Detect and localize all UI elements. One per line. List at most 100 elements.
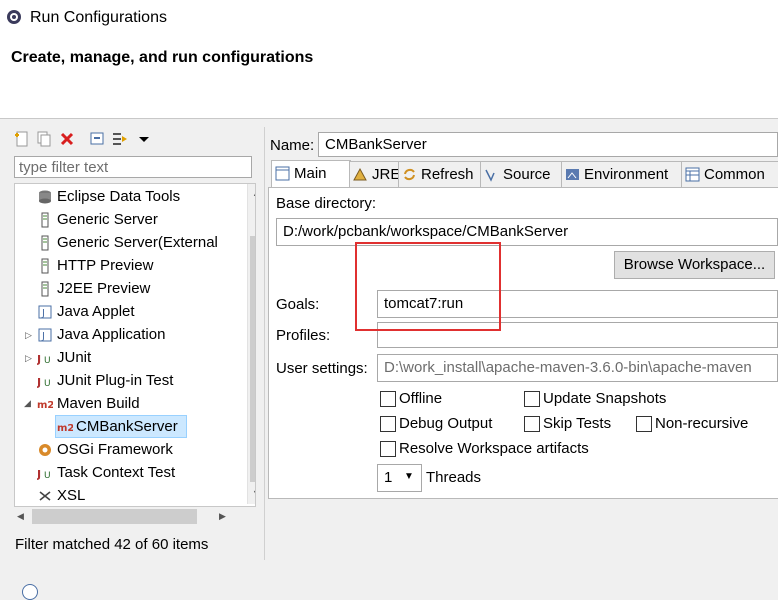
expand-arrow-icon[interactable]: ▷ bbox=[25, 353, 33, 363]
filter-icon[interactable] bbox=[112, 131, 128, 147]
eclipse-gear-icon bbox=[7, 10, 21, 24]
tree-item-label: Generic Server bbox=[57, 211, 158, 228]
tree-item-label: OSGi Framework bbox=[57, 441, 173, 458]
expand-arrow-icon[interactable]: ▷ bbox=[25, 330, 33, 340]
debug-output-checkbox[interactable] bbox=[380, 416, 396, 432]
svg-text:J: J bbox=[37, 468, 41, 481]
dropdown-icon[interactable] bbox=[136, 131, 152, 147]
skip-tests-label: Skip Tests bbox=[543, 415, 612, 432]
jre-icon bbox=[353, 167, 367, 181]
h-scroll-thumb[interactable] bbox=[32, 509, 197, 524]
tab-label: Source bbox=[503, 166, 551, 183]
scroll-down-icon[interactable]: ▼ bbox=[252, 488, 255, 498]
profiles-label: Profiles: bbox=[276, 327, 331, 344]
title-bar: Run Configurations bbox=[0, 0, 778, 37]
server-icon bbox=[41, 281, 49, 297]
tree-vertical-scrollbar[interactable]: ▲ ▼ bbox=[247, 184, 255, 504]
maven-icon: m2 bbox=[37, 400, 53, 411]
svg-text:J: J bbox=[37, 376, 41, 389]
data-tools-icon bbox=[39, 190, 51, 204]
base-directory-field[interactable]: D:/work/pcbank/workspace/CMBankServer bbox=[276, 218, 778, 246]
debug-output-label: Debug Output bbox=[399, 415, 493, 432]
scroll-up-icon[interactable]: ▲ bbox=[252, 188, 255, 198]
delete-icon[interactable] bbox=[59, 131, 75, 147]
duplicate-icon[interactable] bbox=[36, 131, 52, 147]
collapse-all-icon[interactable] bbox=[90, 131, 106, 147]
tab-refresh[interactable]: Refresh bbox=[398, 161, 482, 187]
svg-text:U: U bbox=[44, 471, 51, 481]
svg-text:U: U bbox=[44, 379, 51, 389]
user-settings-field[interactable]: D:\work_install\apache-maven-3.6.0-bin\a… bbox=[377, 354, 778, 382]
configuration-tree[interactable]: Eclipse Data Tools Generic Server Generi… bbox=[14, 183, 256, 507]
threads-value: 1 bbox=[384, 469, 393, 486]
name-label: Name: bbox=[270, 137, 315, 154]
name-field[interactable]: CMBankServer bbox=[318, 132, 778, 157]
filter-status-text: Filter matched 42 of 60 items bbox=[15, 536, 209, 553]
task-icon: JU bbox=[37, 468, 51, 481]
maven-icon: m2 bbox=[57, 423, 73, 434]
server-icon bbox=[41, 235, 49, 251]
filter-input[interactable]: type filter text bbox=[14, 156, 252, 178]
resolve-workspace-checkbox[interactable] bbox=[380, 441, 396, 457]
skip-tests-checkbox[interactable] bbox=[524, 416, 540, 432]
scroll-left-icon[interactable]: ◀ bbox=[17, 511, 24, 522]
offline-checkbox[interactable] bbox=[380, 391, 396, 407]
update-snapshots-label: Update Snapshots bbox=[543, 390, 667, 407]
collapse-arrow-icon[interactable]: ◢ bbox=[24, 398, 32, 408]
xsl-icon bbox=[39, 491, 51, 501]
osgi-icon bbox=[39, 444, 51, 456]
threads-select[interactable]: 1 ▼ bbox=[377, 464, 422, 492]
goals-label: Goals: bbox=[276, 296, 320, 313]
svg-text:m2: m2 bbox=[37, 400, 53, 411]
java-application-icon: J bbox=[38, 328, 52, 342]
tree-horizontal-scrollbar[interactable]: ◀ ▶ bbox=[14, 507, 254, 526]
dialog-heading: Create, manage, and run configurations bbox=[11, 49, 314, 66]
tree-item-label: J2EE Preview bbox=[57, 280, 151, 297]
source-icon bbox=[485, 169, 495, 182]
tab-main[interactable]: Main bbox=[271, 160, 351, 188]
scroll-thumb[interactable] bbox=[250, 236, 255, 482]
tree-item-label: Java Application bbox=[57, 326, 166, 343]
tab-bar: Main JRE Refresh Source Environment Comm… bbox=[268, 160, 778, 188]
non-recursive-label: Non-recursive bbox=[655, 415, 749, 432]
threads-label: Threads bbox=[426, 469, 482, 486]
scroll-right-icon[interactable]: ▶ bbox=[219, 511, 226, 522]
tab-label: Refresh bbox=[421, 166, 474, 183]
common-icon bbox=[685, 167, 700, 182]
tree-item-label: CMBankServer bbox=[76, 418, 178, 435]
environment-icon bbox=[566, 169, 579, 180]
tab-common[interactable]: Common bbox=[681, 161, 778, 187]
svg-text:U: U bbox=[44, 356, 51, 366]
new-configuration-icon[interactable] bbox=[14, 131, 30, 147]
offline-label: Offline bbox=[399, 390, 443, 407]
non-recursive-checkbox[interactable] bbox=[636, 416, 652, 432]
goals-highlight-box bbox=[355, 242, 501, 331]
tab-label: JRE bbox=[372, 166, 401, 183]
tree-item-label: Task Context Test bbox=[57, 464, 176, 481]
resolve-workspace-label: Resolve Workspace artifacts bbox=[399, 440, 589, 457]
tree-item-label: JUnit bbox=[57, 349, 92, 366]
tab-label: Main bbox=[294, 165, 327, 182]
help-icon[interactable] bbox=[22, 584, 38, 600]
tree-item-cmbankserver[interactable]: m2 CMBankServer bbox=[55, 415, 187, 438]
base-directory-label: Base directory: bbox=[276, 195, 377, 212]
server-icon bbox=[41, 212, 49, 228]
tree-item-label: XSL bbox=[57, 487, 86, 504]
tree-item-label: HTTP Preview bbox=[57, 257, 154, 274]
svg-text:J: J bbox=[41, 331, 45, 342]
tab-source[interactable]: Source bbox=[480, 161, 563, 187]
tree-item-label: JUnit Plug-in Test bbox=[57, 372, 174, 389]
svg-text:J: J bbox=[37, 353, 41, 366]
update-snapshots-checkbox[interactable] bbox=[524, 391, 540, 407]
browse-workspace-button[interactable]: Browse Workspace... bbox=[614, 251, 775, 279]
svg-text:m2: m2 bbox=[57, 423, 73, 434]
dialog-header: Create, manage, and run configurations bbox=[0, 36, 778, 119]
junit-icon: JU bbox=[37, 353, 51, 366]
svg-text:J: J bbox=[41, 308, 45, 319]
tab-label: Common bbox=[704, 166, 765, 183]
main-tab-icon bbox=[275, 166, 290, 181]
tab-jre[interactable]: JRE bbox=[349, 161, 400, 187]
tab-environment[interactable]: Environment bbox=[561, 161, 683, 187]
refresh-icon bbox=[404, 168, 415, 181]
server-icon bbox=[41, 258, 49, 274]
